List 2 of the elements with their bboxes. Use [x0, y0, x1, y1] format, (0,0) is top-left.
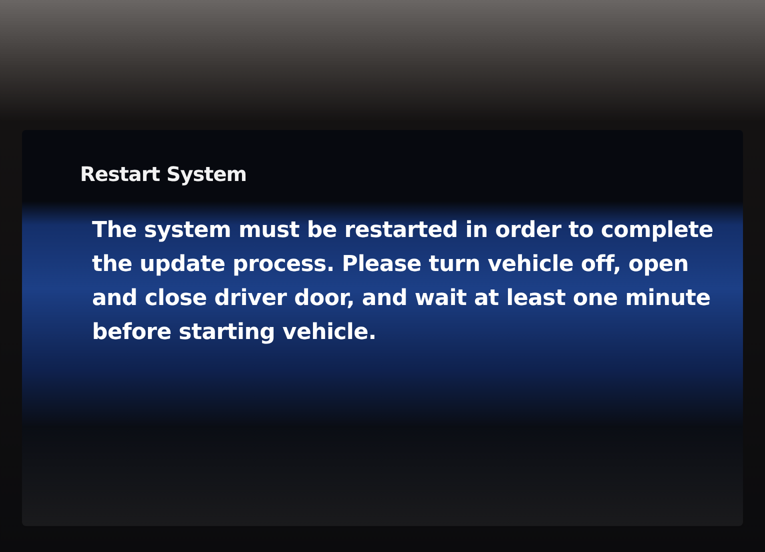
dialog-title: Restart System	[80, 162, 248, 186]
dialog-message: The system must be restarted in order to complete the update process. Please turn vehicle off, open and close driver door, and wait at least one minute before starting vehicle.	[91, 217, 714, 347]
